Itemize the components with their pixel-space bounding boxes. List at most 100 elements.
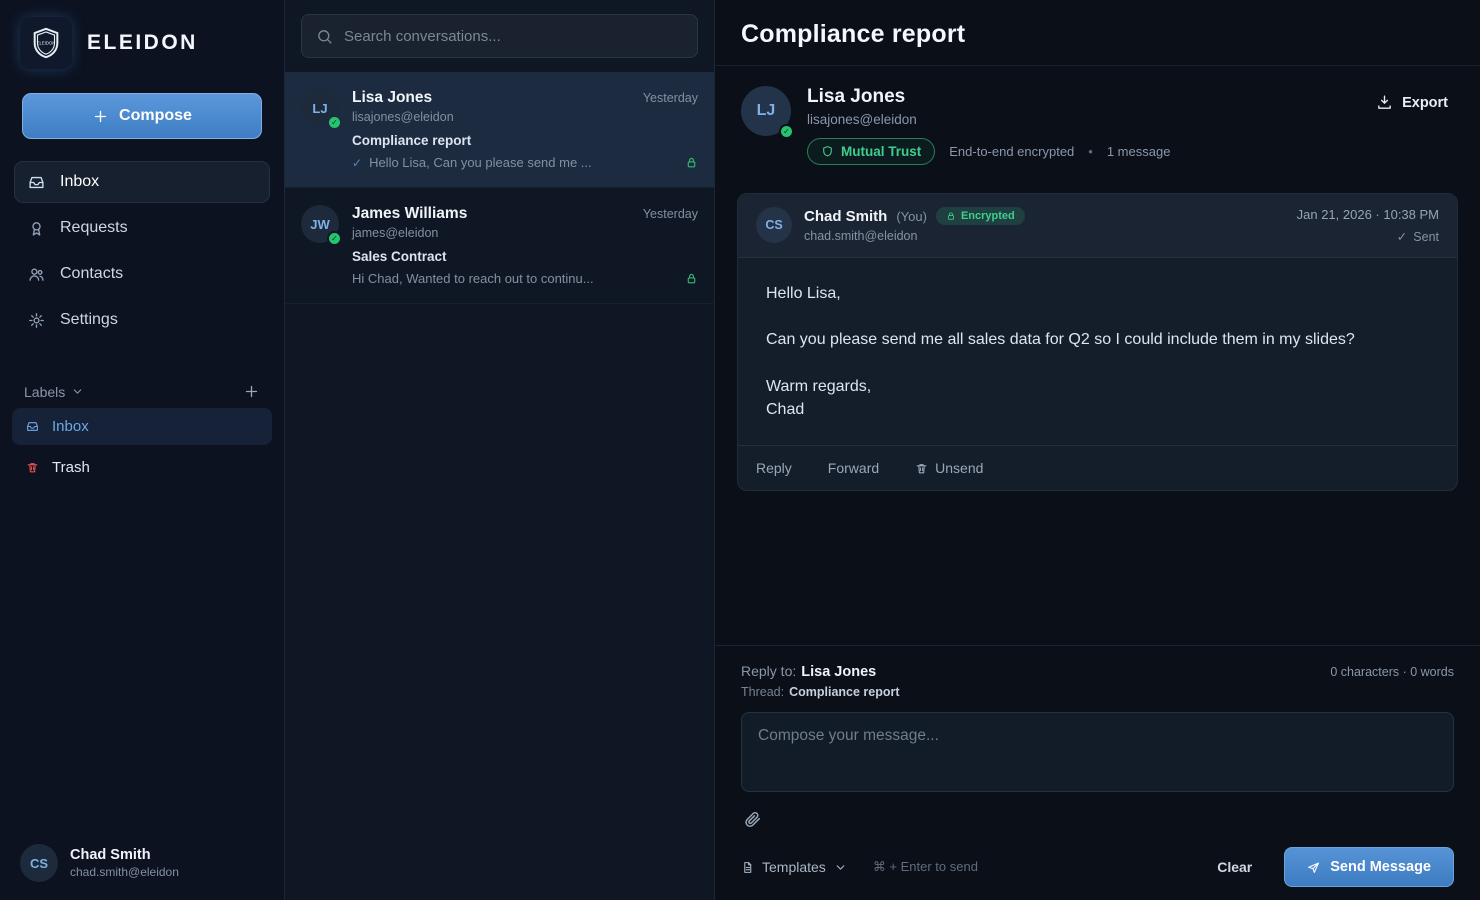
- add-label-button[interactable]: [243, 383, 260, 400]
- thread-panel: Compliance report LJ ✓ Lisa Jones lisajo…: [715, 0, 1480, 900]
- thread-header: Compliance report: [715, 0, 1480, 66]
- conversation-subject: Compliance report: [352, 133, 698, 148]
- svg-text:ELEIDON: ELEIDON: [37, 40, 56, 45]
- templates-button[interactable]: Templates: [741, 859, 847, 875]
- labels-title-label: Labels: [24, 384, 65, 400]
- mutual-trust-badge: Mutual Trust: [807, 138, 935, 165]
- forward-button[interactable]: Forward: [828, 460, 879, 476]
- unsend-button-label: Unsend: [935, 460, 983, 476]
- sidebar-item-label: Contacts: [60, 265, 123, 283]
- avatar-initials: LJ: [757, 102, 776, 120]
- verified-badge-icon: ✓: [779, 124, 794, 139]
- page-title: Compliance report: [741, 20, 1454, 49]
- paperclip-icon: [743, 810, 762, 829]
- search-area: [285, 0, 714, 72]
- message-area: CS Chad Smith (You) Encrypted chad.smith…: [715, 179, 1480, 645]
- message-body: Hello Lisa, Can you please send me all s…: [738, 258, 1457, 445]
- export-button-label: Export: [1402, 95, 1448, 111]
- sent-status-label: Sent: [1413, 230, 1439, 244]
- thread-name-value: Compliance report: [789, 685, 899, 699]
- message-count: 1 message: [1107, 144, 1171, 159]
- inbox-icon: [28, 174, 45, 191]
- reply-button-label: Reply: [756, 460, 792, 476]
- app-logo: ELEIDON: [20, 17, 72, 69]
- send-shortcut-hint: ⌘ + Enter to send: [873, 859, 978, 875]
- sidebar-item-contacts[interactable]: Contacts: [14, 253, 270, 295]
- sender-email: chad.smith@eleidon: [804, 229, 1025, 243]
- conversation-preview: Hello Lisa, Can you please send me ...: [369, 155, 678, 170]
- paper-plane-icon: [1307, 861, 1320, 874]
- conversation-item-james-williams[interactable]: JW ✓ James Williams Yesterday james@elei…: [285, 188, 714, 304]
- compose-button-label: Compose: [119, 107, 192, 125]
- label-item-trash[interactable]: Trash: [12, 449, 272, 486]
- encrypted-badge-label: Encrypted: [961, 210, 1015, 222]
- sidebar-item-label: Settings: [60, 311, 118, 329]
- message-header: CS Chad Smith (You) Encrypted chad.smith…: [738, 194, 1457, 258]
- avatar: CS: [20, 844, 58, 882]
- encryption-note: End-to-end encrypted: [949, 144, 1074, 159]
- thread-line: Thread: Compliance report: [741, 685, 900, 699]
- contacts-icon: [28, 266, 45, 283]
- clear-button[interactable]: Clear: [1201, 849, 1268, 885]
- current-user-email: chad.smith@eleidon: [70, 865, 179, 879]
- lock-icon: [685, 272, 698, 285]
- encrypted-badge: Encrypted: [936, 207, 1025, 225]
- search-input[interactable]: [344, 28, 683, 45]
- sidebar-item-requests[interactable]: Requests: [14, 207, 270, 249]
- templates-button-label: Templates: [762, 859, 826, 875]
- avatar-initials: CS: [30, 856, 48, 871]
- shield-logo-icon: ELEIDON: [29, 26, 63, 60]
- send-message-button[interactable]: Send Message: [1284, 847, 1454, 887]
- sent-check-icon: ✓: [1397, 229, 1407, 244]
- unsend-button[interactable]: Unsend: [915, 460, 983, 476]
- attachment-row: [741, 808, 1454, 834]
- chevron-down-icon: [71, 385, 84, 398]
- message-actions: Reply Forward Unsend: [738, 445, 1457, 490]
- trash-icon: [915, 462, 928, 475]
- attach-button[interactable]: [741, 808, 764, 831]
- conversation-name: James Williams: [352, 205, 467, 223]
- composer-toolbar: Templates ⌘ + Enter to send Clear Send M…: [741, 847, 1454, 887]
- conversation-email: lisajones@eleidon: [352, 110, 698, 124]
- conversation-email: james@eleidon: [352, 226, 698, 240]
- sidebar-nav: Inbox Requests Contacts Settings: [0, 161, 284, 341]
- sidebar: ELEIDON ELEIDON Compose Inbox Requests C…: [0, 0, 285, 900]
- verified-badge-icon: ✓: [327, 115, 342, 130]
- label-item-inbox[interactable]: Inbox: [12, 408, 272, 445]
- conversation-item-lisa-jones[interactable]: LJ ✓ Lisa Jones Yesterday lisajones@elei…: [285, 72, 714, 188]
- message-status: ✓ Sent: [1297, 229, 1439, 244]
- current-user[interactable]: CS Chad Smith chad.smith@eleidon: [0, 826, 284, 900]
- brand-header: ELEIDON ELEIDON: [0, 0, 284, 83]
- avatar: LJ ✓: [741, 86, 791, 136]
- clear-button-label: Clear: [1217, 859, 1252, 875]
- avatar-initials: CS: [765, 218, 782, 232]
- labels-toggle[interactable]: Labels: [24, 384, 84, 400]
- search-bar[interactable]: [301, 14, 698, 58]
- forward-button-label: Forward: [828, 460, 879, 476]
- sender-name: Chad Smith: [804, 208, 887, 225]
- sidebar-item-label: Inbox: [60, 173, 99, 191]
- avatar: CS: [756, 207, 792, 243]
- conversation-preview: Hi Chad, Wanted to reach out to continu.…: [352, 271, 678, 286]
- labels-header: Labels: [0, 383, 284, 406]
- label-item-text: Inbox: [52, 418, 89, 435]
- conversation-list: LJ ✓ Lisa Jones Yesterday lisajones@elei…: [285, 0, 715, 900]
- avatar: JW ✓: [301, 205, 339, 243]
- conversation-subject: Sales Contract: [352, 249, 698, 264]
- thread-label: Thread:: [741, 685, 784, 699]
- reply-button[interactable]: Reply: [756, 460, 792, 476]
- sidebar-item-inbox[interactable]: Inbox: [14, 161, 270, 203]
- message-input[interactable]: [741, 712, 1454, 792]
- search-icon: [316, 28, 333, 45]
- message-card: CS Chad Smith (You) Encrypted chad.smith…: [737, 193, 1458, 491]
- compose-button[interactable]: Compose: [22, 93, 262, 139]
- meta-separator: •: [1088, 144, 1093, 159]
- current-user-name: Chad Smith: [70, 847, 179, 863]
- conversation-time: Yesterday: [643, 207, 698, 221]
- avatar: LJ ✓: [301, 89, 339, 127]
- sidebar-item-settings[interactable]: Settings: [14, 299, 270, 341]
- requests-icon: [28, 220, 45, 237]
- label-item-text: Trash: [52, 459, 90, 476]
- mutual-trust-label: Mutual Trust: [841, 144, 921, 159]
- export-button[interactable]: Export: [1370, 86, 1454, 119]
